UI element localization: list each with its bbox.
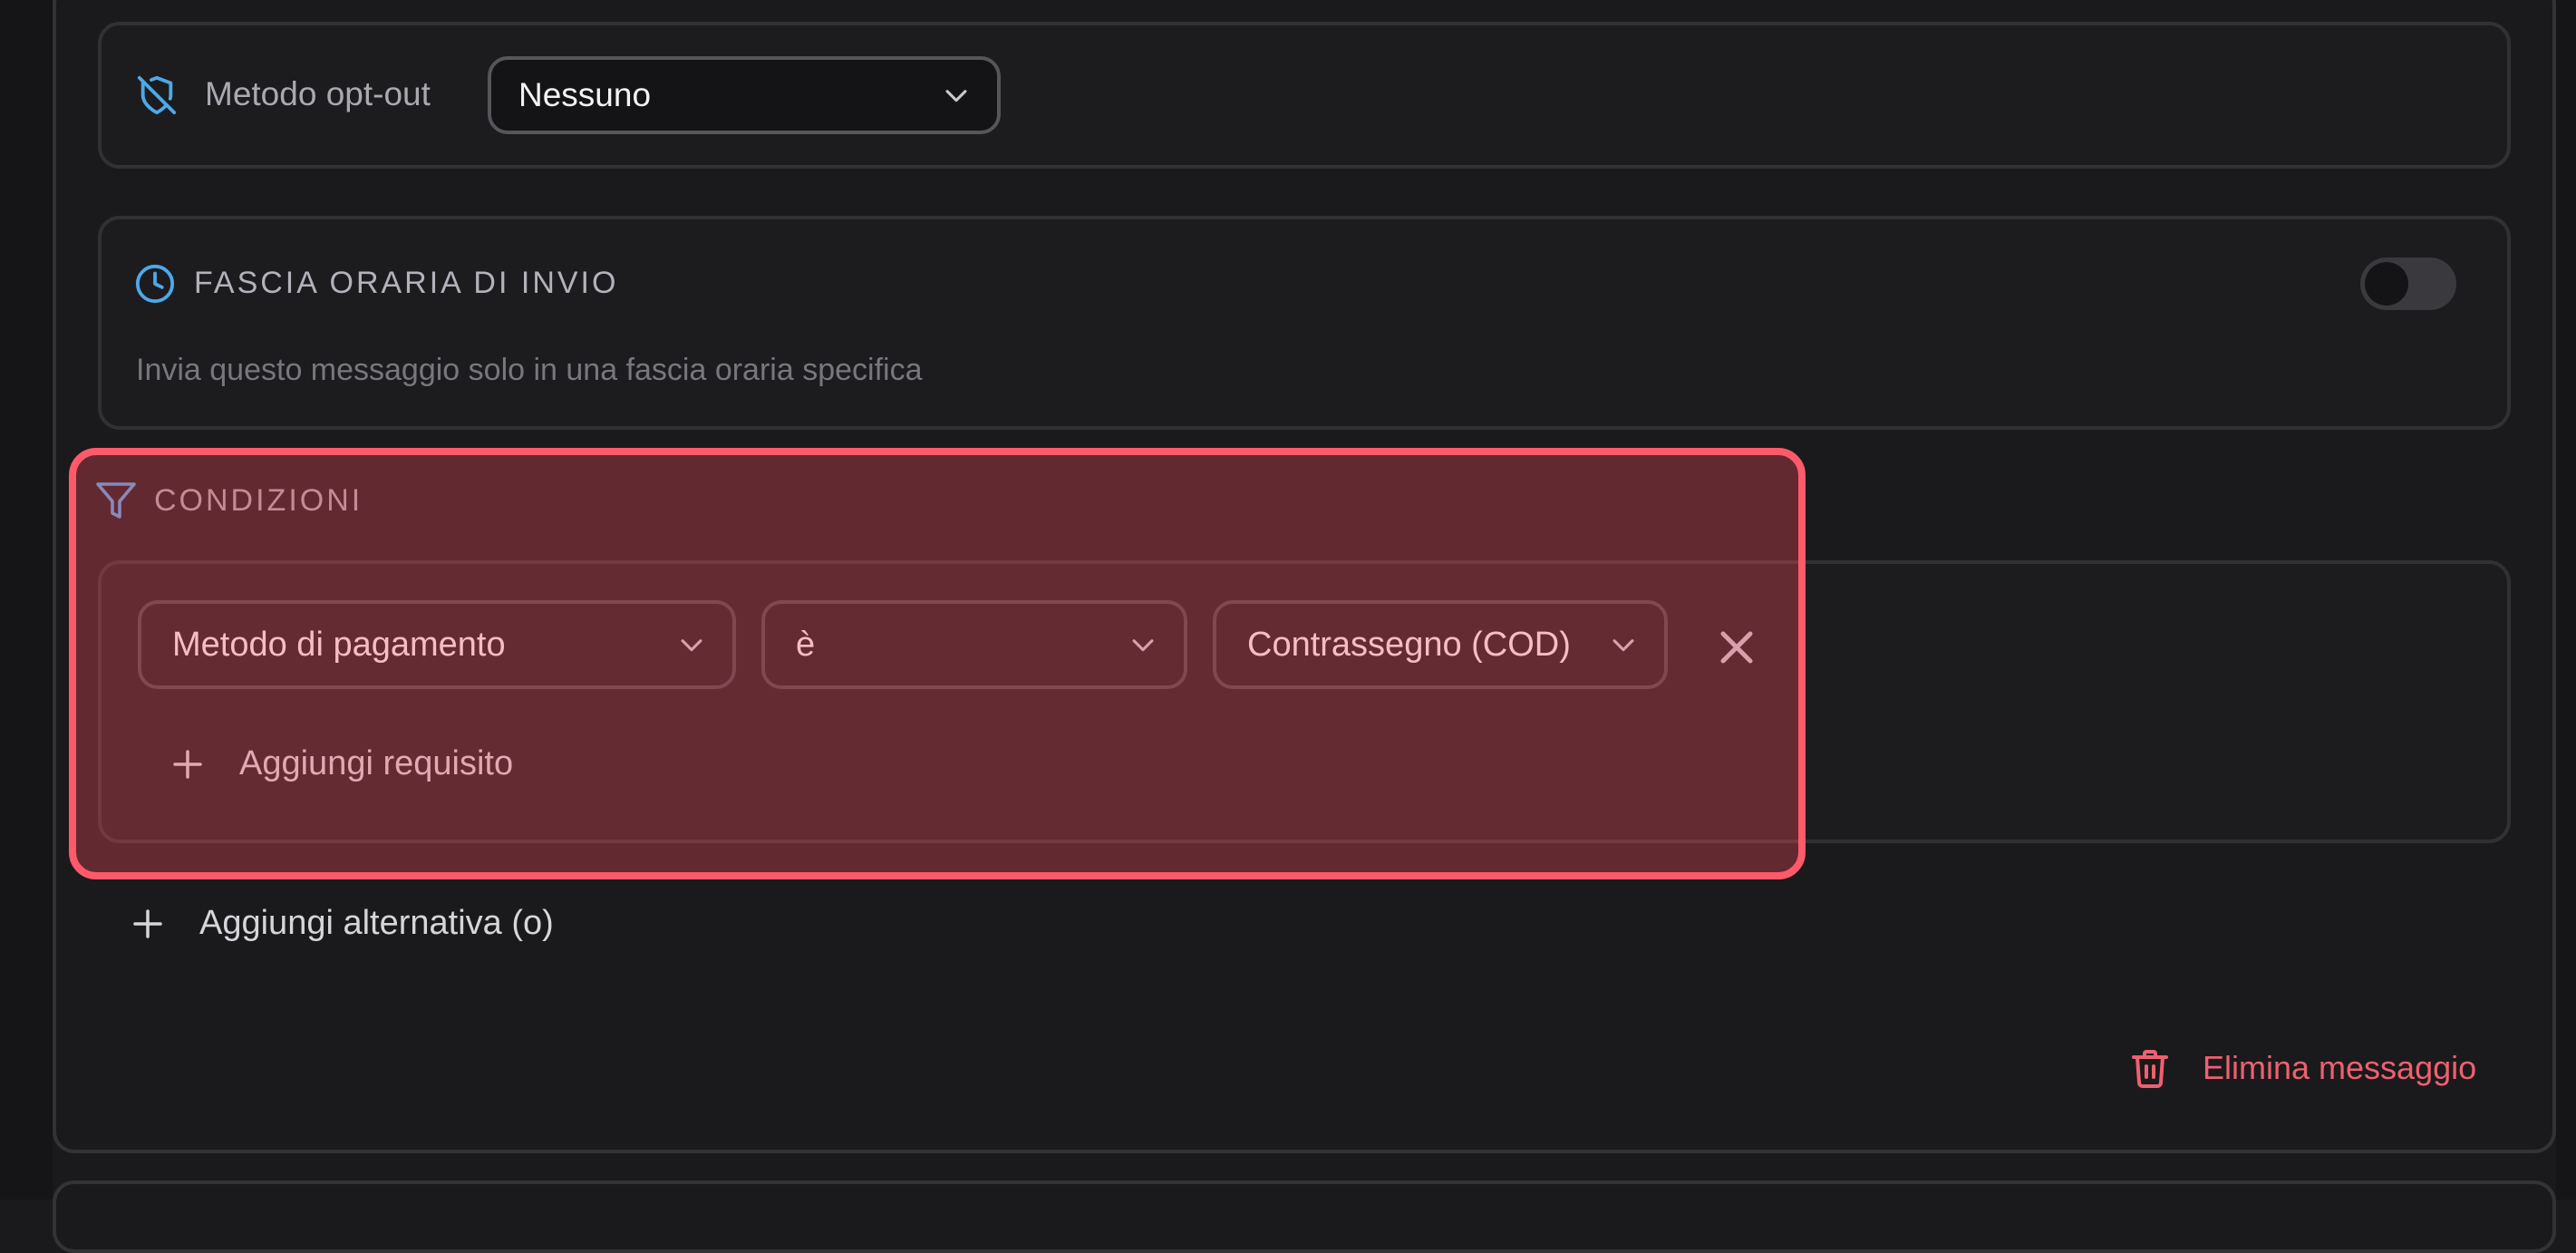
remove-condition-close-icon[interactable] xyxy=(1709,620,1764,675)
condition-value-value: Contrassegno (COD) xyxy=(1247,625,1571,664)
conditions-title: CONDIZIONI xyxy=(154,483,363,518)
optout-panel xyxy=(98,22,2511,169)
optout-select-value: Nessuno xyxy=(518,76,652,113)
condition-field-select[interactable]: Metodo di pagamento xyxy=(138,600,736,689)
clock-icon xyxy=(135,264,175,304)
toggle-knob xyxy=(2365,262,2408,306)
chevron-down-icon xyxy=(945,90,967,102)
optout-label: Metodo opt-out xyxy=(205,75,431,112)
condition-field-value: Metodo di pagamento xyxy=(172,625,506,664)
delete-message-label: Elimina messaggio xyxy=(2203,1049,2477,1086)
right-gutter xyxy=(2556,0,2576,1200)
chevron-down-icon xyxy=(681,639,702,652)
trash-icon xyxy=(2132,1050,2168,1088)
condition-operator-select[interactable]: è xyxy=(761,600,1187,689)
add-alternative-label: Aggiungi alternativa (o) xyxy=(199,904,554,942)
next-message-card xyxy=(53,1180,2556,1253)
optout-select[interactable]: Nessuno xyxy=(488,56,1001,134)
condition-value-select[interactable]: Contrassegno (COD) xyxy=(1213,600,1668,689)
filter-icon xyxy=(96,482,136,519)
add-requirement-label: Aggiungi requisito xyxy=(239,744,514,782)
time-window-toggle[interactable] xyxy=(2360,257,2456,310)
plus-icon xyxy=(173,750,202,779)
shield-off-icon xyxy=(137,75,177,115)
chevron-down-icon xyxy=(1612,639,1634,652)
chevron-down-icon xyxy=(1132,639,1154,652)
left-gutter xyxy=(0,0,53,1200)
condition-operator-value: è xyxy=(796,625,816,664)
time-window-title: FASCIA ORARIA DI INVIO xyxy=(194,266,619,300)
plus-icon xyxy=(133,909,162,938)
time-window-description: Invia questo messaggio solo in una fasci… xyxy=(136,353,923,387)
time-window-panel xyxy=(98,216,2511,430)
